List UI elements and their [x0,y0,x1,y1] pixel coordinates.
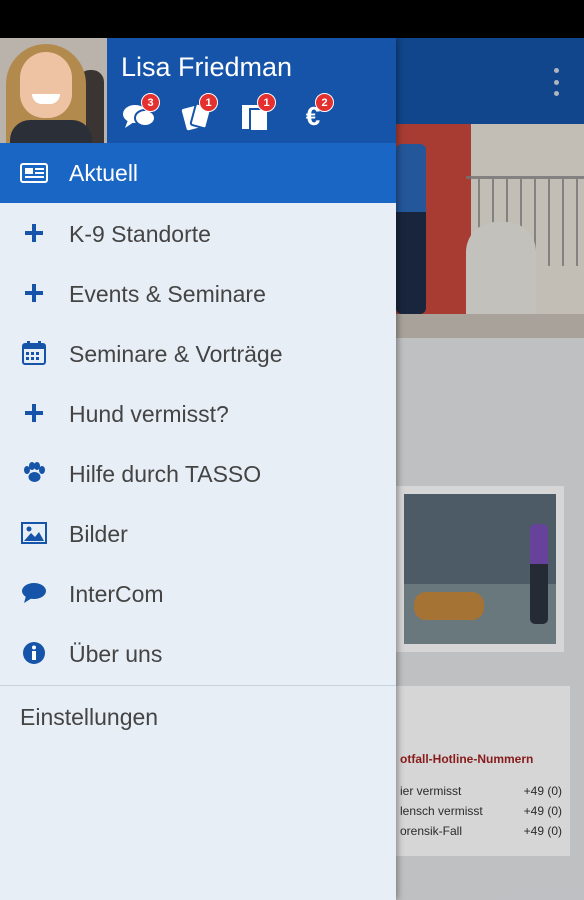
messages-button[interactable]: 3 [121,93,179,132]
user-name: Lisa Friedman [121,52,293,82]
menu-item-events-seminare[interactable]: Events & Seminare [0,263,396,323]
avatar[interactable] [0,38,107,143]
menu-item-seminare-vortraege[interactable]: Seminare & Vorträge [0,323,396,383]
status-bar [0,0,584,38]
documents-button[interactable]: 1 [237,93,295,132]
header-icon-bar: 3 1 1 € 2 [121,93,353,132]
drawer-menu: Aktuell K-9 Standorte Events & Seminare … [0,143,396,683]
drawer-header: Lisa Friedman 3 1 1 € 2 [0,38,396,143]
menu-item-bilder[interactable]: Bilder [0,503,396,563]
navigation-drawer: Lisa Friedman 3 1 1 € 2 Aktuell K-9 Stan… [0,38,396,900]
payments-button[interactable]: € 2 [295,93,353,132]
menu-label: InterCom [69,581,164,607]
plus-icon [20,402,48,424]
drawer-scrim[interactable] [396,38,584,900]
menu-label: K-9 Standorte [69,221,211,247]
plus-icon [20,282,48,304]
tickets-badge: 1 [199,93,218,112]
menu-divider [0,685,396,686]
tickets-button[interactable]: 1 [179,93,237,132]
menu-label: Aktuell [69,160,139,186]
menu-label: Bilder [69,521,128,547]
chat-icon [20,582,48,604]
paw-icon [20,462,48,484]
menu-label: Über uns [69,641,163,667]
plus-icon [20,222,48,244]
menu-item-k9-standorte[interactable]: K-9 Standorte [0,203,396,263]
messages-badge: 3 [141,93,160,112]
menu-label: Hilfe durch TASSO [69,461,262,487]
calendar-icon [20,341,48,365]
menu-item-einstellungen[interactable]: Einstellungen [20,704,158,731]
info-icon [20,642,48,664]
menu-item-hund-vermisst[interactable]: Hund vermisst? [0,383,396,443]
image-icon [20,522,48,544]
documents-badge: 1 [257,93,276,112]
newspaper-icon [20,162,48,184]
menu-item-ueber-uns[interactable]: Über uns [0,623,396,683]
payments-badge: 2 [315,93,334,112]
menu-label: Hund vermisst? [69,401,229,427]
menu-item-intercom[interactable]: InterCom [0,563,396,623]
menu-item-aktuell[interactable]: Aktuell [0,143,396,203]
menu-item-hilfe-tasso[interactable]: Hilfe durch TASSO [0,443,396,503]
menu-label: Events & Seminare [69,281,266,307]
menu-label: Seminare & Vorträge [69,341,283,367]
